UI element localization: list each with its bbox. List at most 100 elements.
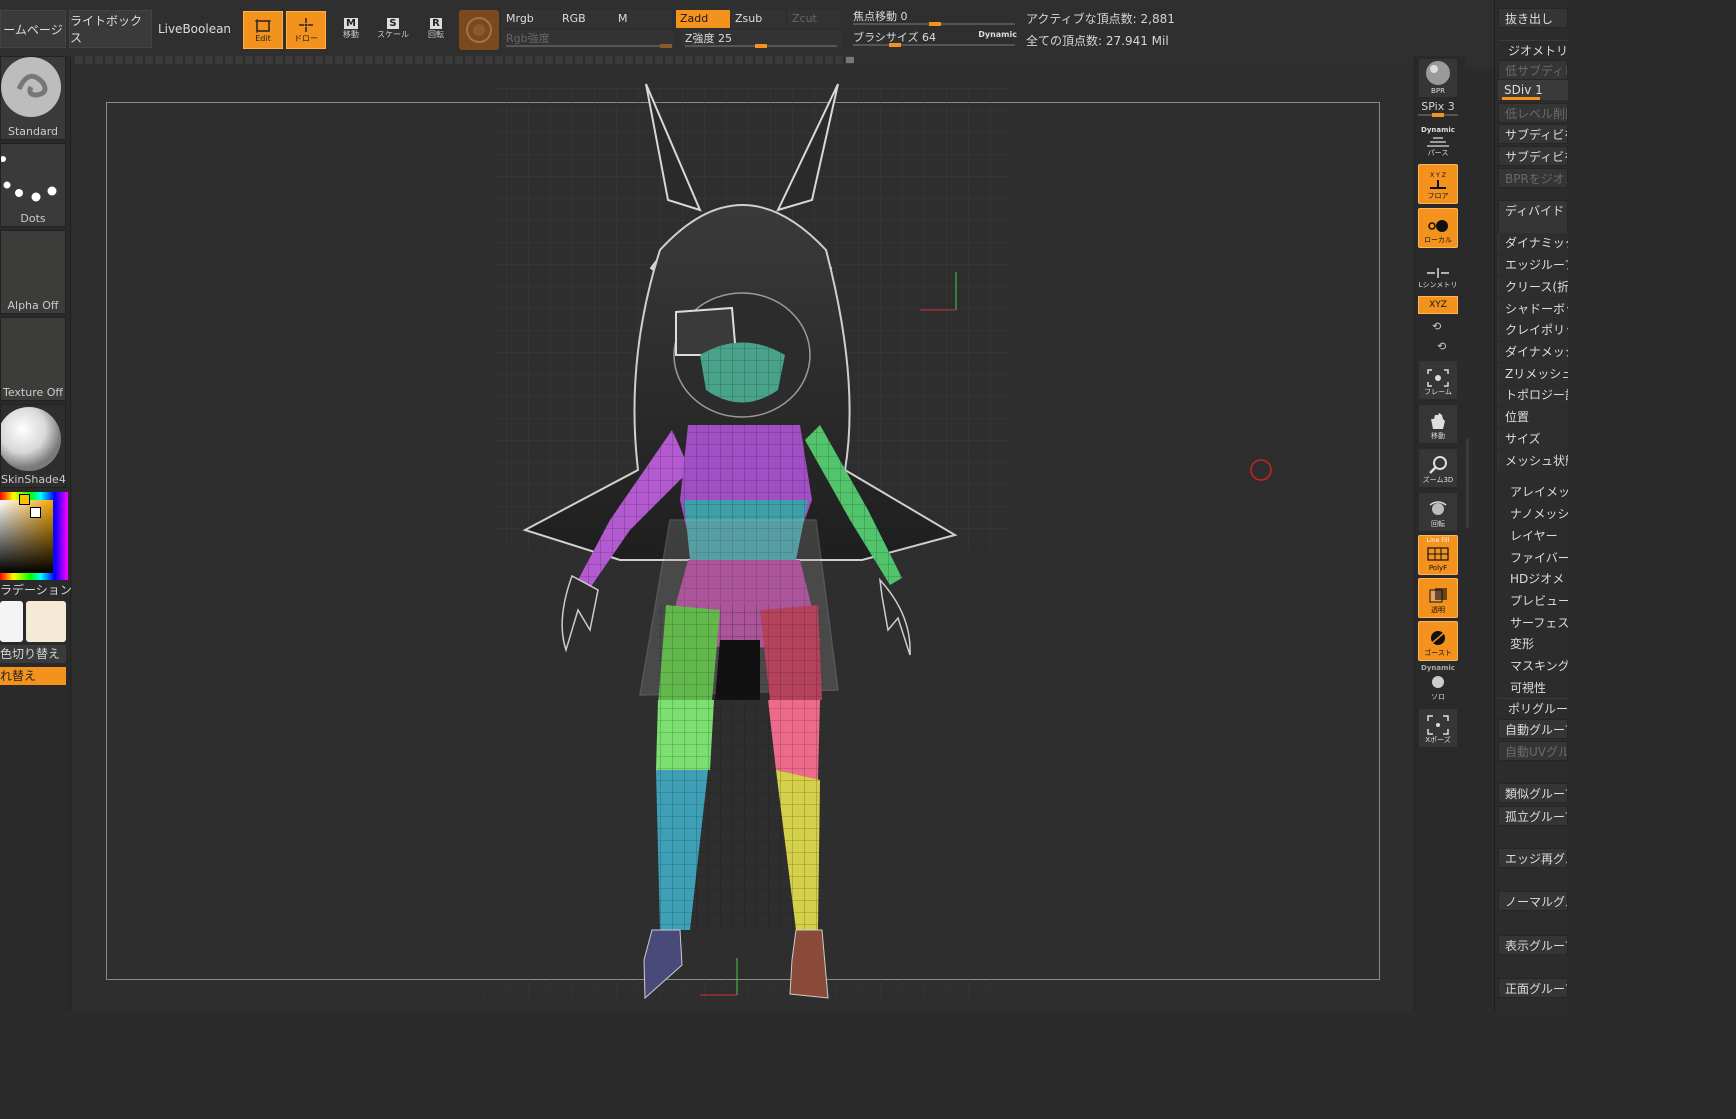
palette-item[interactable]: 表示グループ <box>1498 935 1568 955</box>
palette-item[interactable]: サブディビを <box>1498 146 1568 166</box>
palette-item-label: プレビュー <box>1510 594 1568 608</box>
palette-item[interactable]: 低サブディビ <box>1498 60 1568 80</box>
material-thumbnail[interactable]: SkinShade4 <box>0 404 66 488</box>
palette-item[interactable]: ポリグループ <box>1498 698 1568 718</box>
color-saturation-field[interactable] <box>0 500 53 573</box>
lightbox-button[interactable]: ライトボックス <box>69 10 152 48</box>
rgb-intensity-slider[interactable]: Rgb強度 <box>502 30 674 48</box>
palette-item[interactable]: クレイポリッシュ <box>1498 320 1568 340</box>
palette-item[interactable]: マスキング <box>1498 656 1568 676</box>
switch-color-button[interactable]: 色切り替え <box>0 645 66 663</box>
palette-item[interactable]: ファイバーメ <box>1498 548 1568 568</box>
local-button[interactable]: ローカル <box>1418 208 1458 248</box>
zoom3d-button[interactable]: ズーム3D <box>1418 448 1458 488</box>
draw-button[interactable]: ドロー <box>286 11 326 49</box>
bpr-button[interactable]: BPR <box>1418 58 1458 98</box>
xpose-button[interactable]: Xポーズ <box>1418 708 1458 748</box>
brush-thumbnail[interactable]: Standard <box>0 56 66 140</box>
focal-shift-slider[interactable]: 焦点移動 0 <box>849 8 1019 26</box>
zoom-icon <box>1429 456 1447 474</box>
edit-label: Edit <box>255 33 271 43</box>
palette-item[interactable]: 孤立グループ <box>1498 806 1568 826</box>
palette-item[interactable]: 抜き出し <box>1498 8 1568 28</box>
palette-item[interactable]: アレイメッシュ <box>1498 482 1568 502</box>
perspective-button[interactable]: Dynamic パース <box>1418 120 1458 160</box>
palette-item[interactable]: 可視性 <box>1498 678 1568 698</box>
palette-item[interactable]: トポロジー調 <box>1498 385 1568 405</box>
palette-item[interactable]: 位置 <box>1498 407 1568 427</box>
palette-item[interactable]: ダイナメッシュ <box>1498 342 1568 362</box>
rotate-view-button[interactable]: 回転 <box>1418 492 1458 532</box>
palette-item[interactable]: サイズ <box>1498 429 1568 449</box>
swap-button[interactable]: れ替え <box>0 667 66 685</box>
palette-item[interactable]: シャドーボック <box>1498 299 1568 319</box>
palette-item[interactable]: エッジループ <box>1498 255 1568 275</box>
move-button[interactable]: M 移動 <box>333 11 369 47</box>
zcut-button[interactable]: Zcut <box>788 10 840 28</box>
palette-item[interactable]: ナノメッシュ <box>1498 504 1568 524</box>
rotate-z-icon[interactable]: ⟲ <box>1437 340 1446 353</box>
main-color-swatch[interactable] <box>0 601 23 642</box>
xyz-button[interactable]: XYZ <box>1418 296 1458 314</box>
rotate-y-icon[interactable]: ⟲ <box>1432 320 1441 333</box>
rgb-button[interactable]: RGB <box>558 10 613 28</box>
zadd-button[interactable]: Zadd <box>676 10 730 28</box>
mrgb-button[interactable]: Mrgb <box>502 10 557 28</box>
dynamic-label[interactable]: Dynamic <box>978 26 1017 44</box>
rotate-button[interactable]: R 回転 <box>418 11 454 47</box>
m-button[interactable]: M <box>614 10 672 28</box>
symmetry-button[interactable]: Lシンメトリ <box>1418 252 1458 292</box>
brush-size-slider[interactable]: ブラシサイズ 64 Dynamic <box>849 29 1019 47</box>
palette-item[interactable]: メッシュ状態 <box>1498 451 1568 471</box>
color-picker[interactable] <box>0 492 68 580</box>
palette-item-label: ナノメッシュ <box>1510 507 1568 521</box>
palette-item[interactable]: エッジ再グル <box>1498 848 1568 868</box>
palette-item[interactable]: 正面グループ <box>1498 978 1568 998</box>
hue-marker[interactable] <box>19 494 30 505</box>
spix-slider[interactable]: SPix 3 <box>1418 100 1458 117</box>
alpha-off-label: Alpha Off <box>7 299 59 312</box>
zsub-button[interactable]: Zsub <box>731 10 785 28</box>
palette-item[interactable]: 類似グループ <box>1498 783 1568 803</box>
palette-item[interactable]: ジオメトリ <box>1498 40 1568 60</box>
palette-item[interactable]: レイヤー <box>1498 526 1568 546</box>
ghost-button[interactable]: ゴースト <box>1418 621 1458 661</box>
local-label: ローカル <box>1424 236 1452 244</box>
texture-thumbnail[interactable]: Texture Off <box>0 317 66 401</box>
palette-item[interactable]: Zリメッシュ <box>1498 364 1568 384</box>
palette-item[interactable]: HDジオメトリ <box>1498 569 1568 589</box>
alpha-thumbnail[interactable]: Alpha Off <box>0 230 66 314</box>
palette-item[interactable]: サーフェス <box>1498 613 1568 633</box>
palette-item[interactable]: プレビュー <box>1498 591 1568 611</box>
secondary-color-swatch[interactable] <box>26 601 66 642</box>
palette-item[interactable]: 変形 <box>1498 634 1568 654</box>
palette-item[interactable]: BPRをジオメ <box>1498 168 1568 188</box>
shelf-scroll-handle[interactable] <box>846 57 854 63</box>
palette-item[interactable]: ノーマルグル <box>1498 891 1568 911</box>
palette-item[interactable]: 自動UVグルー <box>1498 741 1568 761</box>
material-sphere-icon <box>466 17 492 43</box>
material-swatch-button[interactable] <box>459 10 499 50</box>
move-view-button[interactable]: 移動 <box>1418 404 1458 444</box>
palette-item[interactable]: クリース(折り <box>1498 277 1568 297</box>
floor-button[interactable]: X Y Z フロア <box>1418 164 1458 204</box>
palette-item[interactable]: サブディビを <box>1498 124 1568 144</box>
polyframe-button[interactable]: Line Fill PolyF <box>1418 535 1458 575</box>
palette-item[interactable]: 低レベル削除 <box>1498 103 1568 123</box>
tool-strip-scrollbar[interactable] <box>1466 438 1469 528</box>
palette-item[interactable]: SDiv 1 <box>1498 80 1568 100</box>
solo-button[interactable]: Dynamic ソロ <box>1418 664 1458 704</box>
palette-item[interactable]: 自動グループ <box>1498 719 1568 739</box>
frame-button[interactable]: フレーム <box>1418 360 1458 400</box>
z-intensity-slider[interactable]: Z強度 25 <box>681 30 841 48</box>
character-model-viewport[interactable] <box>72 68 1414 1011</box>
edit-button[interactable]: Edit <box>243 11 283 49</box>
liveboolean-button[interactable]: LiveBoolean <box>153 10 236 48</box>
palette-item-label: 自動UVグルー <box>1505 745 1567 759</box>
color-marker[interactable] <box>30 507 41 518</box>
palette-item[interactable]: ダイナミック <box>1498 233 1568 253</box>
transparency-button[interactable]: 透明 <box>1418 578 1458 618</box>
stroke-thumbnail[interactable]: Dots <box>0 143 66 227</box>
home-page-button[interactable]: ームページ <box>0 10 66 48</box>
scale-button[interactable]: S スケール <box>375 11 411 47</box>
